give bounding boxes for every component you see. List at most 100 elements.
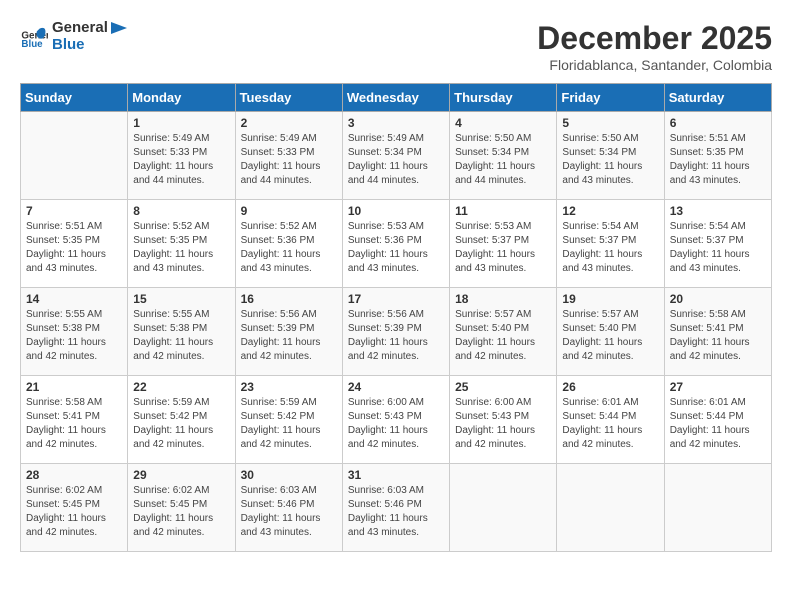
calendar-cell: 3Sunrise: 5:49 AM Sunset: 5:34 PM Daylig… [342,112,449,200]
day-info: Sunrise: 5:50 AM Sunset: 5:34 PM Dayligh… [455,132,551,188]
day-info: Sunrise: 5:54 AM Sunset: 5:37 PM Dayligh… [562,220,658,276]
logo-blue: Blue [52,37,130,54]
day-number: 4 [455,116,551,130]
day-info: Sunrise: 5:58 AM Sunset: 5:41 PM Dayligh… [26,396,122,452]
logo-flag-icon [109,20,129,36]
day-info: Sunrise: 5:58 AM Sunset: 5:41 PM Dayligh… [670,308,766,364]
day-number: 30 [241,468,337,482]
day-info: Sunrise: 5:49 AM Sunset: 5:33 PM Dayligh… [133,132,229,188]
calendar-cell: 21 Sunrise: 5:58 AM Sunset: 5:41 PM Dayli… [21,376,128,464]
weekday-header-friday: Friday [557,84,664,112]
logo: General Blue General Blue [20,20,130,53]
week-row-4: 21 Sunrise: 5:58 AM Sunset: 5:41 PM Dayli… [21,376,772,464]
svg-text:Blue: Blue [21,38,43,49]
week-row-5: 28Sunrise: 6:02 AM Sunset: 5:45 PM Dayli… [21,464,772,552]
day-number: 10 [348,204,444,218]
day-info: Sunrise: 5:56 AM Sunset: 5:39 PM Dayligh… [241,308,337,364]
day-info: Sunrise: 5:59 AM Sunset: 5:42 PM Dayligh… [241,396,337,452]
day-info: Sunrise: 5:50 AM Sunset: 5:34 PM Dayligh… [562,132,658,188]
day-number: 26 [562,380,658,394]
day-info: Sunrise: 5:59 AM Sunset: 5:42 PM Dayligh… [133,396,229,452]
calendar-cell: 19Sunrise: 5:57 AM Sunset: 5:40 PM Dayli… [557,288,664,376]
day-info: Sunrise: 5:57 AM Sunset: 5:40 PM Dayligh… [455,308,551,364]
weekday-header-row: SundayMondayTuesdayWednesdayThursdayFrid… [21,84,772,112]
calendar-cell: 7Sunrise: 5:51 AM Sunset: 5:35 PM Daylig… [21,200,128,288]
day-number: 15 [133,292,229,306]
week-row-2: 7Sunrise: 5:51 AM Sunset: 5:35 PM Daylig… [21,200,772,288]
calendar-cell: 10Sunrise: 5:53 AM Sunset: 5:36 PM Dayli… [342,200,449,288]
day-number: 24 [348,380,444,394]
calendar-cell: 27 Sunrise: 6:01 AM Sunset: 5:44 PM Dayli… [664,376,771,464]
calendar-cell: 1 Sunrise: 5:49 AM Sunset: 5:33 PM Daylig… [128,112,235,200]
day-info: Sunrise: 6:00 AM Sunset: 5:43 PM Dayligh… [455,396,551,452]
page-header: General Blue General Blue December 2025 … [20,20,772,73]
calendar-cell: 11Sunrise: 5:53 AM Sunset: 5:37 PM Dayli… [450,200,557,288]
day-number: 16 [241,292,337,306]
weekday-header-sunday: Sunday [21,84,128,112]
logo-general: General [52,19,108,36]
day-number: 3 [348,116,444,130]
day-number: 20 [670,292,766,306]
day-number: 22 [133,380,229,394]
day-number: 6 [670,116,766,130]
weekday-header-monday: Monday [128,84,235,112]
calendar-cell: 28Sunrise: 6:02 AM Sunset: 5:45 PM Dayli… [21,464,128,552]
calendar-cell: 18 Sunrise: 5:57 AM Sunset: 5:40 PM Dayli… [450,288,557,376]
day-number: 31 [348,468,444,482]
calendar-cell: 4 Sunrise: 5:50 AM Sunset: 5:34 PM Daylig… [450,112,557,200]
day-info: Sunrise: 6:03 AM Sunset: 5:46 PM Dayligh… [241,484,337,540]
weekday-header-saturday: Saturday [664,84,771,112]
calendar-cell: 14Sunrise: 5:55 AM Sunset: 5:38 PM Dayli… [21,288,128,376]
day-info: Sunrise: 6:03 AM Sunset: 5:46 PM Dayligh… [348,484,444,540]
calendar-cell [557,464,664,552]
logo-icon: General Blue [20,23,48,51]
calendar-cell: 2Sunrise: 5:49 AM Sunset: 5:33 PM Daylig… [235,112,342,200]
calendar-table: SundayMondayTuesdayWednesdayThursdayFrid… [20,83,772,552]
day-info: Sunrise: 5:52 AM Sunset: 5:35 PM Dayligh… [133,220,229,276]
day-info: Sunrise: 5:57 AM Sunset: 5:40 PM Dayligh… [562,308,658,364]
calendar-cell: 15 Sunrise: 5:55 AM Sunset: 5:38 PM Dayli… [128,288,235,376]
calendar-cell: 17 Sunrise: 5:56 AM Sunset: 5:39 PM Dayli… [342,288,449,376]
location-subtitle: Floridablanca, Santander, Colombia [537,57,772,73]
day-number: 13 [670,204,766,218]
calendar-cell: 13Sunrise: 5:54 AM Sunset: 5:37 PM Dayli… [664,200,771,288]
calendar-cell: 22 Sunrise: 5:59 AM Sunset: 5:42 PM Dayli… [128,376,235,464]
day-number: 9 [241,204,337,218]
calendar-cell: 8 Sunrise: 5:52 AM Sunset: 5:35 PM Daylig… [128,200,235,288]
day-info: Sunrise: 5:51 AM Sunset: 5:35 PM Dayligh… [26,220,122,276]
calendar-cell: 30 Sunrise: 6:03 AM Sunset: 5:46 PM Dayli… [235,464,342,552]
day-info: Sunrise: 5:52 AM Sunset: 5:36 PM Dayligh… [241,220,337,276]
calendar-cell [21,112,128,200]
day-info: Sunrise: 6:02 AM Sunset: 5:45 PM Dayligh… [133,484,229,540]
weekday-header-wednesday: Wednesday [342,84,449,112]
day-number: 18 [455,292,551,306]
calendar-cell: 5 Sunrise: 5:50 AM Sunset: 5:34 PM Daylig… [557,112,664,200]
day-number: 21 [26,380,122,394]
day-number: 27 [670,380,766,394]
day-number: 17 [348,292,444,306]
day-info: Sunrise: 5:56 AM Sunset: 5:39 PM Dayligh… [348,308,444,364]
calendar-cell: 16 Sunrise: 5:56 AM Sunset: 5:39 PM Dayli… [235,288,342,376]
week-row-1: 1 Sunrise: 5:49 AM Sunset: 5:33 PM Daylig… [21,112,772,200]
calendar-cell: 25 Sunrise: 6:00 AM Sunset: 5:43 PM Dayli… [450,376,557,464]
day-number: 29 [133,468,229,482]
weekday-header-tuesday: Tuesday [235,84,342,112]
day-number: 2 [241,116,337,130]
month-year-title: December 2025 [537,20,772,57]
day-number: 1 [133,116,229,130]
day-number: 8 [133,204,229,218]
day-number: 23 [241,380,337,394]
week-row-3: 14Sunrise: 5:55 AM Sunset: 5:38 PM Dayli… [21,288,772,376]
day-number: 5 [562,116,658,130]
day-info: Sunrise: 6:00 AM Sunset: 5:43 PM Dayligh… [348,396,444,452]
day-info: Sunrise: 5:55 AM Sunset: 5:38 PM Dayligh… [133,308,229,364]
day-info: Sunrise: 6:01 AM Sunset: 5:44 PM Dayligh… [562,396,658,452]
day-info: Sunrise: 6:01 AM Sunset: 5:44 PM Dayligh… [670,396,766,452]
calendar-cell [664,464,771,552]
day-number: 25 [455,380,551,394]
day-info: Sunrise: 5:51 AM Sunset: 5:35 PM Dayligh… [670,132,766,188]
calendar-cell: 31 Sunrise: 6:03 AM Sunset: 5:46 PM Dayli… [342,464,449,552]
day-info: Sunrise: 5:55 AM Sunset: 5:38 PM Dayligh… [26,308,122,364]
calendar-cell: 26 Sunrise: 6:01 AM Sunset: 5:44 PM Dayli… [557,376,664,464]
calendar-cell: 6 Sunrise: 5:51 AM Sunset: 5:35 PM Daylig… [664,112,771,200]
